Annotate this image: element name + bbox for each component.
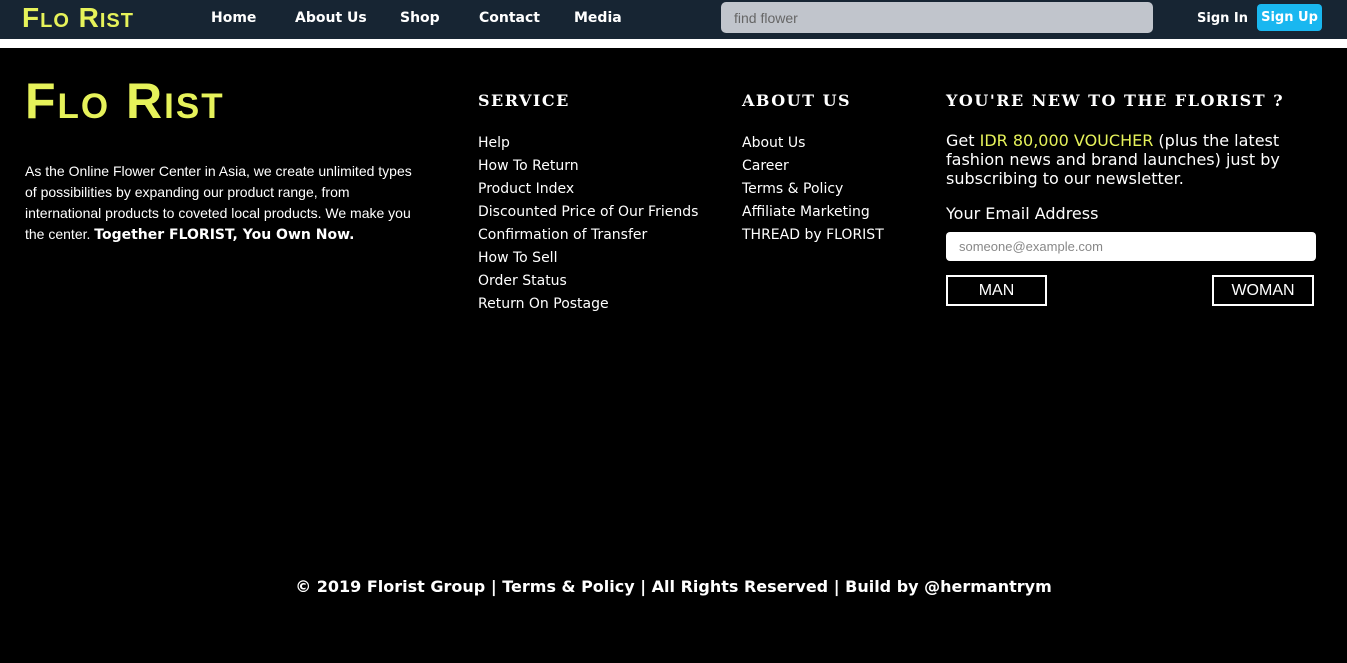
sign-in-link[interactable]: Sign In [1197,10,1248,27]
nav-link-shop[interactable]: Shop [400,9,440,27]
nav-link-about-us[interactable]: About Us [295,9,367,27]
newsletter-text-prefix: Get [946,131,980,150]
service-links: Help How To Return Product Index Discoun… [478,132,698,316]
email-field[interactable] [946,232,1316,261]
search-input[interactable] [721,2,1153,33]
about-link-terms-policy[interactable]: Terms & Policy [742,178,884,201]
service-link-discounted-price[interactable]: Discounted Price of Our Friends [478,201,698,224]
top-navbar: Flo Rist Home About Us Shop Contact Medi… [0,0,1347,39]
voucher-highlight: IDR 80,000 VOUCHER [979,131,1154,150]
about-tagline: Together FLORIST, You Own Now. [94,227,355,243]
service-link-how-to-sell[interactable]: How To Sell [478,247,698,270]
service-heading: SERVICE [478,91,570,110]
sign-up-button[interactable]: Sign Up [1257,4,1322,31]
about-us-heading: ABOUT US [742,91,852,110]
nav-link-home[interactable]: Home [211,9,256,27]
service-link-confirmation-transfer[interactable]: Confirmation of Transfer [478,224,698,247]
about-us-links: About Us Career Terms & Policy Affiliate… [742,132,884,247]
about-link-about-us[interactable]: About Us [742,132,884,155]
service-link-help[interactable]: Help [478,132,698,155]
footer-about-text: As the Online Flower Center in Asia, we … [25,161,425,246]
service-link-order-status[interactable]: Order Status [478,270,698,293]
nav-link-media[interactable]: Media [574,9,622,27]
divider-strip [0,39,1347,48]
about-link-affiliate-marketing[interactable]: Affiliate Marketing [742,201,884,224]
woman-button[interactable]: WOMAN [1212,275,1314,306]
copyright-text: © 2019 Florist Group | Terms & Policy | … [295,577,1052,596]
service-link-return-on-postage[interactable]: Return On Postage [478,293,698,316]
service-link-product-index[interactable]: Product Index [478,178,698,201]
nav-link-contact[interactable]: Contact [479,9,540,27]
service-link-how-to-return[interactable]: How To Return [478,155,698,178]
about-link-career[interactable]: Career [742,155,884,178]
brand-logo[interactable]: Flo Rist [22,2,134,34]
newsletter-text: Get IDR 80,000 VOUCHER (plus the latest … [946,131,1331,188]
footer-brand-logo: Flo Rist [25,73,225,129]
man-button[interactable]: MAN [946,275,1047,306]
newsletter-heading: YOU'RE NEW TO THE FLORIST ? [946,91,1285,110]
email-label: Your Email Address [946,204,1099,223]
about-link-thread[interactable]: THREAD by FLORIST [742,224,884,247]
